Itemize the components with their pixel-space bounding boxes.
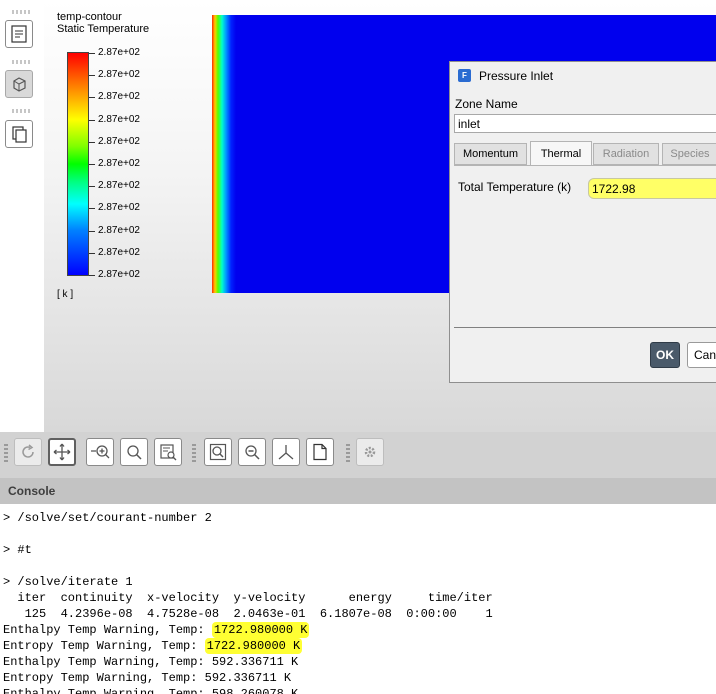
console-line: 125 4.2396e-08 4.7528e-08 2.0463e-01 6.1… — [3, 607, 493, 621]
colorbar-tick-label: 2.87e+02 — [98, 269, 140, 280]
contour-title: Static Temperature — [57, 23, 150, 35]
save-picture-button[interactable] — [306, 438, 334, 466]
display-options-button[interactable] — [356, 438, 384, 466]
console-text: Enthalpy Temp Warning, Temp: — [3, 623, 212, 637]
zoom-to-area-button[interactable] — [154, 438, 182, 466]
colorbar-tick — [89, 119, 95, 121]
view-3d-button[interactable] — [5, 70, 33, 98]
zoom-out-icon — [245, 445, 260, 460]
colorbar-tick — [89, 141, 95, 143]
toolbar-grip — [12, 109, 32, 113]
fit-window-icon — [209, 443, 227, 461]
cube-icon — [13, 77, 26, 92]
pressure-inlet-dialog: F Pressure Inlet Zone Name Momentum Ther… — [449, 61, 716, 383]
colorbar-tick-label: 2.87e+02 — [98, 224, 140, 236]
page-icon — [313, 443, 327, 461]
colorbar-tick-label: 2.87e+02 — [98, 135, 140, 147]
colorbar-tick-label: 2.87e+02 — [98, 202, 140, 214]
toolbar-grip — [12, 10, 32, 14]
rotate-icon — [22, 444, 34, 458]
unit-label: [ k ] — [57, 289, 74, 300]
gear-icon — [364, 446, 376, 458]
colorbar-tick — [89, 164, 95, 165]
tab-species[interactable]: Species — [662, 143, 716, 165]
total-temperature-label: Total Temperature (k) — [458, 180, 572, 194]
zone-name-label: Zone Name — [455, 97, 518, 111]
cancel-button[interactable]: Can — [687, 342, 716, 368]
console-line: Entropy Temp Warning, Temp: 592.336711 K — [3, 671, 292, 685]
fit-to-window-button[interactable] — [204, 438, 232, 466]
zoom-in-button[interactable] — [86, 438, 114, 466]
tab-momentum[interactable]: Momentum — [454, 143, 527, 165]
axes-icon — [278, 445, 294, 460]
copy-window-button[interactable] — [5, 120, 33, 148]
colorbar-tick — [89, 75, 95, 77]
toolbar-grip — [12, 60, 32, 64]
tab-thermal[interactable]: Thermal — [530, 141, 592, 166]
toolbar-grip — [346, 444, 350, 462]
console-line: Enthalpy Temp Warning, Temp: 598.260078 … — [3, 687, 299, 694]
zoom-area-icon — [160, 444, 177, 461]
dialog-title: Pressure Inlet — [479, 69, 554, 83]
zone-name-field[interactable] — [454, 114, 716, 133]
tab-radiation[interactable]: Radiation — [593, 143, 659, 165]
colorbar-tick — [89, 186, 95, 188]
colorbar-tick — [89, 275, 95, 276]
zoom-out-button[interactable] — [238, 438, 266, 466]
colorbar-tick — [89, 230, 95, 232]
console-line: iter continuity x-velocity y-velocity en… — [3, 591, 493, 605]
rotate-button[interactable] — [14, 438, 42, 466]
console-text: Entropy Temp Warning, Temp: — [3, 639, 205, 653]
console-line: Entropy Temp Warning, Temp: 1722.980000 … — [3, 638, 303, 654]
contour-name: temp-contour — [57, 11, 122, 23]
console-line: Enthalpy Temp Warning, Temp: 592.336711 … — [3, 655, 299, 669]
console-output[interactable]: > /solve/set/courant-number 2 > #t > /so… — [0, 504, 716, 694]
console-header: Console — [0, 478, 716, 504]
pan-button[interactable] — [48, 438, 76, 466]
highlighted-temperature: 1722.980000 K — [211, 622, 310, 638]
colorbar-tick-label: 2.87e+02 — [98, 91, 140, 103]
view-axes-button[interactable] — [272, 438, 300, 466]
console-line: > #t — [3, 543, 32, 557]
graphics-toolbar — [0, 432, 716, 478]
dialog-separator — [454, 327, 716, 328]
magnifier-icon — [127, 445, 142, 460]
report-button[interactable] — [5, 20, 33, 48]
toolbar-grip — [4, 444, 8, 462]
colorbar-tick-label: 2.87e+02 — [98, 158, 140, 169]
total-temperature-field[interactable] — [588, 178, 716, 199]
console-line: Enthalpy Temp Warning, Temp: 1722.980000… — [3, 622, 310, 638]
toolbar-grip — [192, 444, 196, 462]
ok-button[interactable]: OK — [650, 342, 680, 368]
console-line: > /solve/set/courant-number 2 — [3, 511, 212, 525]
console-title: Console — [8, 484, 56, 498]
console-line: > /solve/iterate 1 — [3, 575, 133, 589]
highlighted-temperature: 1722.980000 K — [204, 638, 303, 654]
colorbar-tick-label: 2.87e+02 — [98, 47, 140, 58]
colorbar — [67, 52, 89, 276]
colorbar-tick-label: 2.87e+02 — [98, 180, 140, 192]
colorbar-tick — [89, 208, 95, 210]
fluent-app-icon: F — [458, 69, 471, 82]
colorbar-tick-label: 2.87e+02 — [98, 113, 140, 125]
colorbar-tick — [89, 97, 95, 99]
left-toolbar — [0, 0, 44, 432]
report-icon — [11, 25, 27, 43]
pan-arrows-icon — [53, 443, 71, 461]
windows-icon — [12, 126, 27, 143]
colorbar-tick-label: 2.87e+02 — [98, 246, 140, 258]
colorbar-tick — [89, 53, 95, 54]
zoom-in-icon — [91, 445, 110, 459]
colorbar-tick — [89, 252, 95, 254]
colorbar-tick-label: 2.87e+02 — [98, 69, 140, 81]
zoom-button[interactable] — [120, 438, 148, 466]
